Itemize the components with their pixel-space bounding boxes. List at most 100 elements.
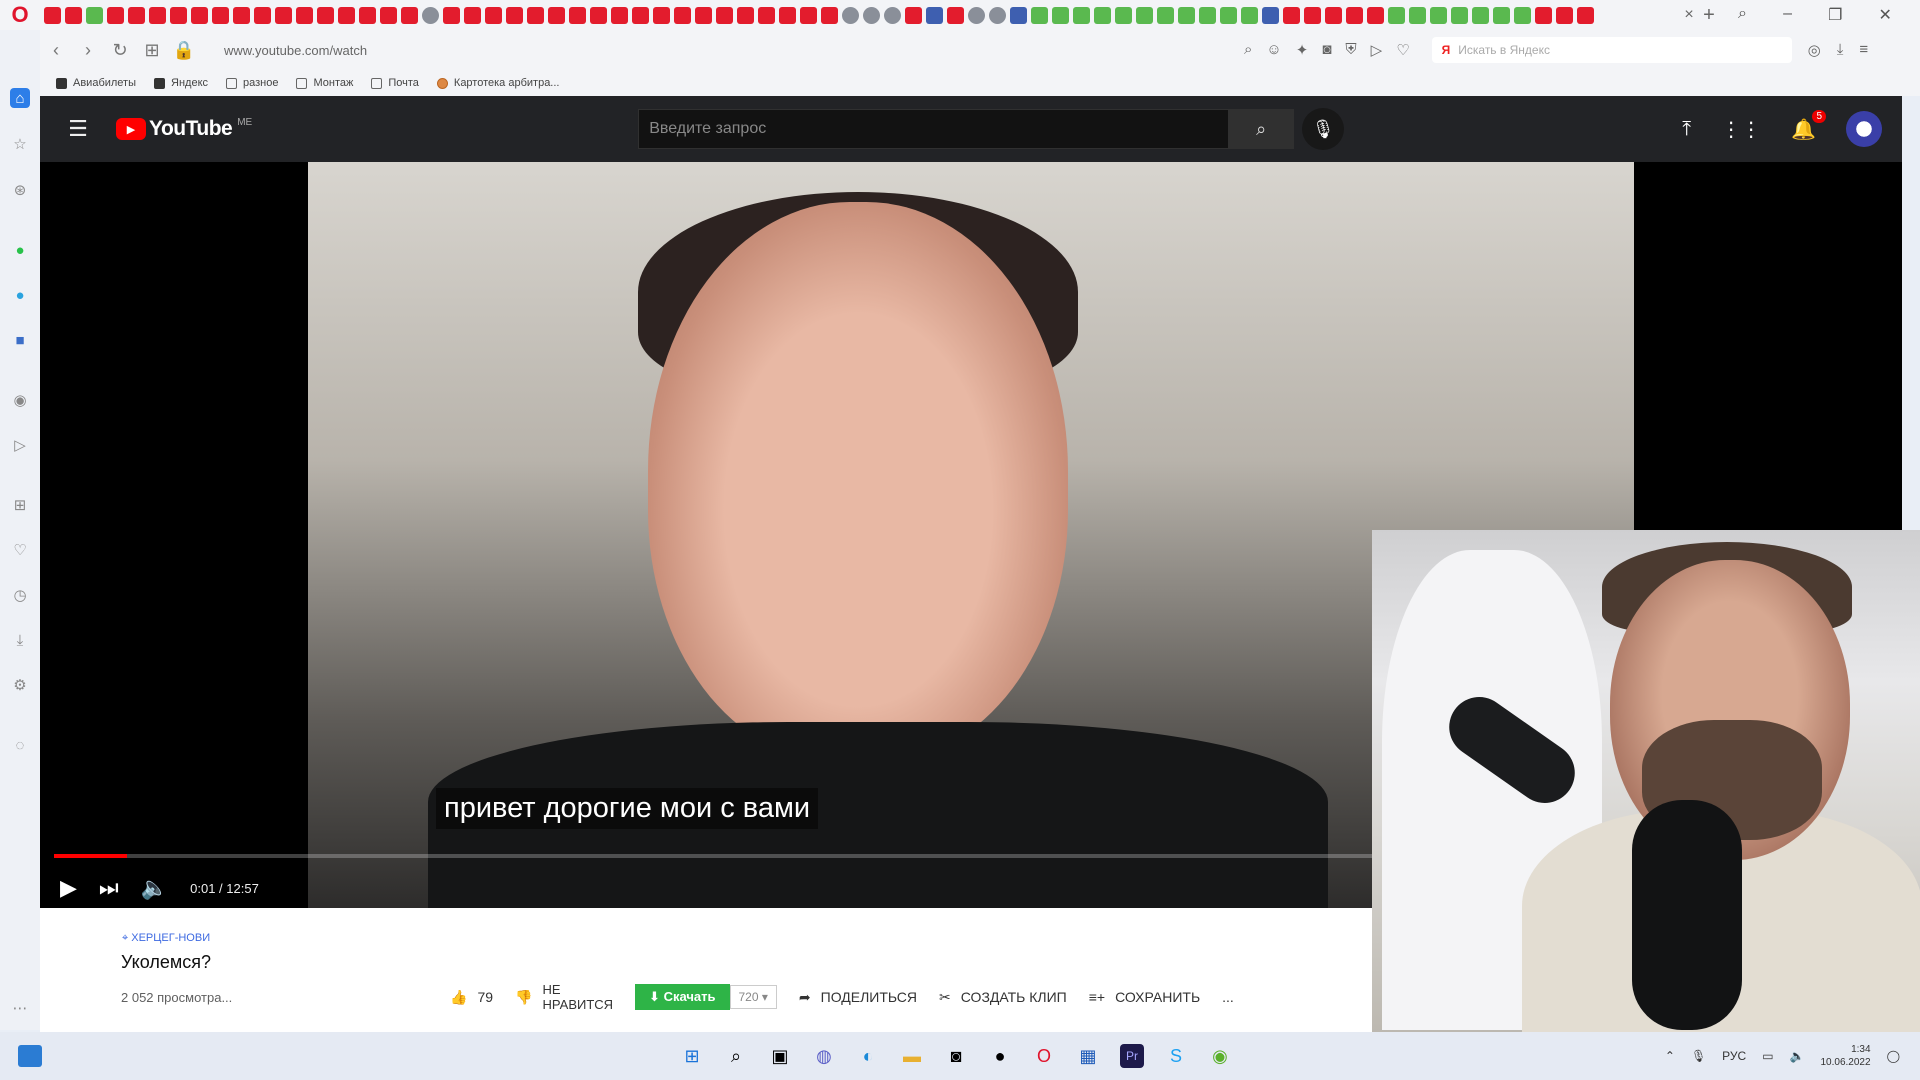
language-indicator[interactable]: РУС xyxy=(1722,1049,1746,1063)
pinboard-icon[interactable]: ⊛ xyxy=(10,180,30,200)
tab-favicon-icon[interactable] xyxy=(422,6,439,24)
tab-favicon-icon[interactable] xyxy=(863,6,880,24)
notifications-button[interactable]: 🔔 5 xyxy=(1791,109,1826,142)
tab-favicon-icon[interactable] xyxy=(1199,6,1216,24)
download-icon[interactable]: ⤓ xyxy=(1837,41,1844,59)
network-icon[interactable]: ▭ xyxy=(1762,1049,1773,1063)
tab-favicon-icon[interactable] xyxy=(1409,6,1426,24)
tab-favicon-icon[interactable] xyxy=(590,6,607,24)
tab-favicon-icon[interactable] xyxy=(401,6,418,24)
bookmark-item[interactable]: разное xyxy=(226,77,278,89)
file-explorer-icon[interactable]: ▬ xyxy=(900,1044,924,1068)
chevron-up-icon[interactable]: ⌃ xyxy=(1665,1049,1675,1063)
search-button[interactable]: ⌕ xyxy=(1228,109,1295,149)
upload-icon[interactable]: ⤒ xyxy=(1682,118,1691,141)
tab-favicon-icon[interactable] xyxy=(632,6,649,24)
restore-icon[interactable]: ❐ xyxy=(1828,5,1842,25)
search-input[interactable]: Введите запрос xyxy=(638,109,1229,149)
quality-select[interactable]: 720 ▾ xyxy=(729,985,777,1009)
tab-favicon-icon[interactable] xyxy=(44,6,61,24)
bookmark-item[interactable]: Почта xyxy=(371,77,419,89)
url-field[interactable]: www.youtube.com/watch xyxy=(224,43,1244,58)
back-icon[interactable]: ‹ xyxy=(40,40,72,61)
heart-icon[interactable]: ♡ xyxy=(1396,41,1409,59)
next-icon[interactable]: ⏭ xyxy=(99,875,119,901)
tab-favicon-icon[interactable] xyxy=(1094,6,1111,24)
more-actions-button[interactable]: ... xyxy=(1222,989,1234,1005)
tab-favicon-icon[interactable] xyxy=(905,6,922,24)
tab-favicon-icon[interactable] xyxy=(107,6,124,24)
tab-favicon-icon[interactable] xyxy=(548,6,565,24)
tab-favicon-icon[interactable] xyxy=(233,6,250,24)
minimize-icon[interactable]: – xyxy=(1783,5,1792,25)
close-window-icon[interactable]: ✕ xyxy=(1879,5,1892,25)
send-icon[interactable]: ▷ xyxy=(1371,41,1383,59)
tab-favicon-icon[interactable] xyxy=(1451,6,1468,24)
shield-icon[interactable]: ⛨ xyxy=(1345,41,1356,59)
tab-favicon-icon[interactable] xyxy=(1556,6,1573,24)
more-icon[interactable]: ⋯ xyxy=(10,998,30,1018)
bookmarks-icon[interactable]: ☆ xyxy=(10,134,30,154)
speed-dial-icon[interactable]: ⊞ xyxy=(136,40,168,61)
whatsapp-icon[interactable]: ● xyxy=(10,240,30,260)
tab-favicon-icon[interactable] xyxy=(1325,6,1342,24)
tab-search-icon[interactable]: ⌕ xyxy=(1738,5,1747,25)
reload-icon[interactable]: ↻ xyxy=(104,40,136,61)
tab-favicon-icon[interactable] xyxy=(170,6,187,24)
location-link[interactable]: ⌖ ХЕРЦЕГ-НОВИ xyxy=(122,932,210,945)
tab-favicon-icon[interactable] xyxy=(443,6,460,24)
premiere-icon[interactable]: Pr xyxy=(1120,1044,1144,1068)
tab-favicon-icon[interactable] xyxy=(947,6,964,24)
store-icon[interactable]: ▦ xyxy=(1076,1044,1100,1068)
voice-search-button[interactable]: 🎙 xyxy=(1302,108,1345,150)
tabs-icon[interactable]: ⊞ xyxy=(10,495,30,515)
widgets-icon[interactable] xyxy=(18,1045,42,1067)
tab-favicon-icon[interactable] xyxy=(1514,6,1531,24)
tab-favicon-icon[interactable] xyxy=(128,6,145,24)
extension-icon[interactable]: ✦ xyxy=(1296,41,1309,59)
volume-icon[interactable]: 🔈 xyxy=(141,875,168,901)
youtube-logo[interactable]: ▶ YouTube ME xyxy=(116,117,252,141)
apps-grid-icon[interactable]: ⋮⋮ xyxy=(1721,117,1761,142)
vk-icon[interactable]: ■ xyxy=(10,330,30,350)
home-icon[interactable]: ⌂ xyxy=(10,88,30,108)
menu-icon[interactable]: ≡ xyxy=(1859,41,1868,59)
tab-favicon-icon[interactable] xyxy=(1262,6,1279,24)
tab-favicon-icon[interactable] xyxy=(842,6,859,24)
tab-favicon-icon[interactable] xyxy=(1073,6,1090,24)
notification-center-icon[interactable]: ◯ xyxy=(1887,1049,1900,1063)
tab-favicon-icon[interactable] xyxy=(1472,6,1489,24)
create-clip-button[interactable]: ✂ СОЗДАТЬ КЛИП xyxy=(939,989,1067,1006)
yandex-search-input[interactable]: Я Искать в Яндекс xyxy=(1431,37,1792,63)
telegram-icon[interactable]: ● xyxy=(10,285,30,305)
tab-favicon-icon[interactable] xyxy=(1535,6,1552,24)
bookmark-item[interactable]: Яндекс xyxy=(154,77,208,89)
tab-favicon-icon[interactable] xyxy=(569,6,586,24)
tab-favicon-icon[interactable] xyxy=(695,6,712,24)
tab-favicon-icon[interactable] xyxy=(968,6,985,24)
tab-favicon-icon[interactable] xyxy=(1052,6,1069,24)
dislike-button[interactable]: 👎 НЕ НРАВИТСЯ xyxy=(515,982,613,1012)
tab-favicon-icon[interactable] xyxy=(275,6,292,24)
edge-icon[interactable]: ◐ xyxy=(856,1044,880,1068)
share-button[interactable]: ➦ ПОДЕЛИТЬСЯ xyxy=(799,989,917,1006)
tab-favicon-icon[interactable] xyxy=(611,6,628,24)
zoom-icon[interactable]: ⌕ xyxy=(1244,41,1252,59)
tab-favicon-icon[interactable] xyxy=(1220,6,1237,24)
tab-favicon-icon[interactable] xyxy=(989,6,1006,24)
tab-favicon-icon[interactable] xyxy=(674,6,691,24)
tab-favicon-icon[interactable] xyxy=(338,6,355,24)
download-button[interactable]: ⬇ Скачать xyxy=(635,984,730,1010)
camera-app-icon[interactable]: ◙ xyxy=(944,1044,968,1068)
opera-icon[interactable]: O xyxy=(1032,1044,1056,1068)
tab-favicon-icon[interactable] xyxy=(779,6,796,24)
opera-logo-icon[interactable]: O xyxy=(0,0,40,30)
tab-favicon-icon[interactable] xyxy=(149,6,166,24)
tab-favicon-icon[interactable] xyxy=(65,6,82,24)
green-app-icon[interactable]: ◉ xyxy=(1208,1044,1232,1068)
tab-favicon-icon[interactable] xyxy=(926,6,943,24)
play-icon[interactable]: ▶ xyxy=(60,875,77,901)
tab-favicon-icon[interactable] xyxy=(1346,6,1363,24)
history-icon[interactable]: ◷ xyxy=(10,585,30,605)
hamburger-menu-icon[interactable]: ☰ xyxy=(40,116,116,142)
